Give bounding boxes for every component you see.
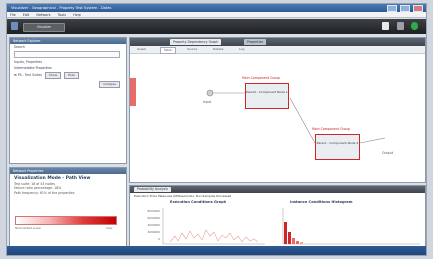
menu-bar: File Edit Network Tools Help [7, 12, 426, 18]
subtab-log[interactable]: Log [236, 47, 247, 52]
window-title: Visualizer - Geographical - Property Tes… [11, 6, 112, 10]
histogram-bar [284, 222, 287, 244]
subtab-graph[interactable]: Graph [134, 47, 149, 52]
input-node-label: Input [203, 100, 212, 104]
node-bottom[interactable]: Parent - Component Node 2 [315, 134, 360, 160]
heat-scale [15, 216, 117, 225]
tab-properties[interactable]: Properties [244, 39, 267, 45]
show-button[interactable]: Show [44, 72, 62, 79]
menu-network[interactable]: Network [36, 13, 50, 17]
left-chart-series [169, 229, 259, 243]
network-explorer-panel: Network Explorer Search Inputs, Properti… [9, 37, 127, 164]
visualize-button[interactable]: Visualize [23, 23, 65, 32]
histogram-bar [288, 232, 291, 244]
histogram-bar [296, 241, 299, 244]
green-status-icon[interactable] [411, 22, 418, 30]
graph-edge [359, 137, 386, 144]
node-top-label: Parent - Component Node 1 [246, 90, 288, 94]
analysis-charts [162, 208, 420, 245]
search-input[interactable] [14, 51, 120, 58]
close-icon[interactable] [413, 5, 423, 12]
subtab-details[interactable]: Details [210, 47, 226, 52]
menu-tools[interactable]: Tools [58, 13, 66, 17]
app-logo-icon [11, 22, 18, 30]
output-node-label: Output [382, 151, 394, 155]
minimize-icon[interactable] [386, 5, 397, 12]
graph-canvas [130, 78, 386, 144]
title-bar: Visualizer - Geographical - Property Tes… [7, 4, 426, 12]
node-bottom-title: Main Component Group [312, 127, 350, 131]
subtab-source[interactable]: Source [184, 47, 200, 52]
tab-dependency-graph[interactable]: Property Dependency Graph [170, 39, 222, 45]
toolbar: Visualize [7, 19, 426, 34]
node-bottom-label: Parent - Component Node 2 [316, 141, 359, 145]
status-bar [7, 246, 426, 255]
node-top-title: Main Component Group [242, 76, 280, 80]
graph-panel: Property Dependency Graph Properties Gra… [129, 37, 426, 183]
collapse-button[interactable]: Collapse [99, 81, 120, 88]
histogram-bar [300, 242, 303, 244]
tab-strip: Property Dependency Graph Properties [130, 38, 425, 46]
tree-item[interactable]: ⊞ PS - Test Suites Show Hide [10, 71, 126, 80]
heat-scale-label: Normalized scale [15, 226, 41, 230]
menu-edit[interactable]: Edit [23, 13, 30, 17]
histogram-bar [292, 238, 295, 244]
menu-file[interactable]: File [10, 13, 16, 17]
network-properties-panel: Network Properties Visualization Mode - … [9, 167, 127, 247]
menu-help[interactable]: Help [73, 13, 81, 17]
info-line: Path frequency: 61% of the properties [14, 190, 75, 195]
maximize-icon[interactable] [399, 5, 410, 12]
graph-edge-node[interactable] [130, 78, 136, 106]
settings-icon[interactable] [397, 22, 404, 30]
app-window: Visualizer - Geographical - Property Tes… [6, 3, 427, 256]
window-icon[interactable] [382, 22, 389, 30]
mode-title: Visualization Mode - Path View [14, 176, 91, 181]
node-top[interactable]: Parent - Component Node 1 [245, 83, 289, 109]
input-node[interactable] [206, 89, 214, 97]
hide-button[interactable]: Hide [64, 72, 79, 79]
graph-edge [289, 97, 316, 144]
tree-item-label: PS - Test Suites [17, 73, 42, 77]
analysis-panel: Probability Analysis Execution Time Meas… [129, 185, 426, 247]
heat-scale-max: max [106, 226, 113, 230]
